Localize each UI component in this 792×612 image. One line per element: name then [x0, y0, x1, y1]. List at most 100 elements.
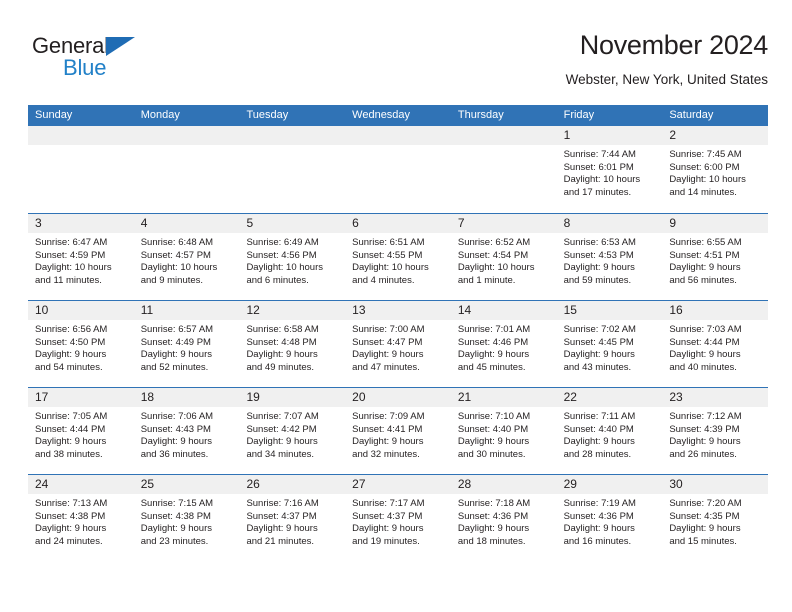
daylight-text-line2: and 26 minutes.: [669, 448, 737, 460]
day-cell[interactable]: 28 Sunrise: 7:18 AM Sunset: 4:36 PM Dayl…: [450, 475, 557, 561]
day-number: 18: [133, 388, 240, 407]
day-number: 11: [133, 301, 240, 320]
day-details: Sunrise: 7:00 AM Sunset: 4:47 PM Dayligh…: [345, 320, 451, 374]
day-cell[interactable]: 10 Sunrise: 6:56 AM Sunset: 4:50 PM Dayl…: [28, 301, 134, 387]
day-cell[interactable]: 1 Sunrise: 7:44 AM Sunset: 6:01 PM Dayli…: [556, 126, 663, 213]
daylight-text-line2: and 56 minutes.: [669, 274, 737, 286]
sunrise-text: Sunrise: 7:02 AM: [563, 324, 636, 335]
logo-text-blue: Blue: [63, 55, 107, 80]
day-cell[interactable]: 8 Sunrise: 6:53 AM Sunset: 4:53 PM Dayli…: [556, 214, 663, 300]
day-details: Sunrise: 7:13 AM Sunset: 4:38 PM Dayligh…: [28, 494, 134, 548]
day-details: Sunrise: 6:51 AM Sunset: 4:55 PM Dayligh…: [345, 233, 451, 287]
day-details: Sunrise: 6:56 AM Sunset: 4:50 PM Dayligh…: [28, 320, 134, 374]
daylight-text-line2: and 14 minutes.: [669, 186, 737, 198]
daylight-text-line2: and 6 minutes.: [246, 274, 309, 286]
sunrise-text: Sunrise: 6:58 AM: [246, 324, 319, 335]
day-cell[interactable]: 16 Sunrise: 7:03 AM Sunset: 4:44 PM Dayl…: [662, 301, 769, 387]
day-cell[interactable]: 29 Sunrise: 7:19 AM Sunset: 4:36 PM Dayl…: [556, 475, 663, 561]
day-cell[interactable]: 26 Sunrise: 7:16 AM Sunset: 4:37 PM Dayl…: [239, 475, 346, 561]
day-cell[interactable]: [450, 126, 557, 213]
day-cell[interactable]: [345, 126, 451, 213]
day-details: Sunrise: 7:20 AM Sunset: 4:35 PM Dayligh…: [662, 494, 768, 548]
sunset-text: Sunset: 4:44 PM: [35, 423, 106, 435]
day-cell[interactable]: 11 Sunrise: 6:57 AM Sunset: 4:49 PM Dayl…: [133, 301, 240, 387]
day-cell[interactable]: 30 Sunrise: 7:20 AM Sunset: 4:35 PM Dayl…: [662, 475, 769, 561]
sunset-text: Sunset: 4:44 PM: [669, 336, 740, 348]
sunrise-text: Sunrise: 7:03 AM: [669, 324, 742, 335]
daylight-text-line2: and 23 minutes.: [140, 535, 209, 547]
sunrise-text: Sunrise: 7:44 AM: [563, 149, 636, 160]
day-number: 23: [662, 388, 769, 407]
sunrise-text: Sunrise: 7:19 AM: [563, 498, 636, 509]
daylight-text-line1: Daylight: 9 hours: [140, 349, 213, 361]
weekday-header-thursday: Thursday: [457, 109, 504, 121]
day-cell[interactable]: 13 Sunrise: 7:00 AM Sunset: 4:47 PM Dayl…: [345, 301, 451, 387]
day-cell[interactable]: 23 Sunrise: 7:12 AM Sunset: 4:39 PM Dayl…: [662, 388, 769, 474]
day-cell[interactable]: 12 Sunrise: 6:58 AM Sunset: 4:48 PM Dayl…: [239, 301, 346, 387]
day-cell[interactable]: [133, 126, 240, 213]
day-details: Sunrise: 7:16 AM Sunset: 4:37 PM Dayligh…: [239, 494, 345, 548]
day-cell[interactable]: 4 Sunrise: 6:48 AM Sunset: 4:57 PM Dayli…: [133, 214, 240, 300]
day-cell[interactable]: 3 Sunrise: 6:47 AM Sunset: 4:59 PM Dayli…: [28, 214, 134, 300]
sunrise-text: Sunrise: 6:51 AM: [352, 237, 425, 248]
day-cell[interactable]: 17 Sunrise: 7:05 AM Sunset: 4:44 PM Dayl…: [28, 388, 134, 474]
day-number: [450, 126, 557, 145]
day-details: [134, 145, 240, 149]
day-details: Sunrise: 7:02 AM Sunset: 4:45 PM Dayligh…: [557, 320, 663, 374]
daylight-text-line1: Daylight: 10 hours: [35, 262, 112, 274]
daylight-text-line2: and 15 minutes.: [669, 535, 737, 547]
day-details: Sunrise: 7:03 AM Sunset: 4:44 PM Dayligh…: [662, 320, 768, 374]
generalblue-logo[interactable]: General Blue: [32, 34, 202, 86]
day-number: 24: [28, 475, 134, 494]
daylight-text-line1: Daylight: 9 hours: [669, 436, 741, 448]
day-number: 15: [556, 301, 663, 320]
daylight-text-line1: Daylight: 10 hours: [352, 262, 429, 274]
sunrise-text: Sunrise: 7:06 AM: [140, 411, 214, 422]
day-cell[interactable]: 19 Sunrise: 7:07 AM Sunset: 4:42 PM Dayl…: [239, 388, 346, 474]
day-cell[interactable]: 7 Sunrise: 6:52 AM Sunset: 4:54 PM Dayli…: [450, 214, 557, 300]
daylight-text-line2: and 17 minutes.: [563, 186, 632, 198]
day-details: Sunrise: 6:48 AM Sunset: 4:57 PM Dayligh…: [134, 233, 240, 287]
daylight-text-line1: Daylight: 9 hours: [352, 436, 424, 448]
day-details: Sunrise: 7:45 AM Sunset: 6:00 PM Dayligh…: [662, 145, 768, 199]
day-cell[interactable]: [28, 126, 134, 213]
day-cell[interactable]: 5 Sunrise: 6:49 AM Sunset: 4:56 PM Dayli…: [239, 214, 346, 300]
day-cell[interactable]: 25 Sunrise: 7:15 AM Sunset: 4:38 PM Dayl…: [133, 475, 240, 561]
daylight-text-line2: and 32 minutes.: [352, 448, 420, 460]
daylight-text-line1: Daylight: 9 hours: [140, 436, 213, 448]
sunset-text: Sunset: 4:57 PM: [140, 249, 211, 261]
day-cell[interactable]: 9 Sunrise: 6:55 AM Sunset: 4:51 PM Dayli…: [662, 214, 769, 300]
sunrise-text: Sunrise: 6:49 AM: [246, 237, 319, 248]
day-cell[interactable]: 14 Sunrise: 7:01 AM Sunset: 4:46 PM Dayl…: [450, 301, 557, 387]
day-cell[interactable]: 2 Sunrise: 7:45 AM Sunset: 6:00 PM Dayli…: [662, 126, 769, 213]
day-details: Sunrise: 7:10 AM Sunset: 4:40 PM Dayligh…: [451, 407, 557, 461]
day-cell[interactable]: [239, 126, 346, 213]
sunrise-text: Sunrise: 7:45 AM: [669, 149, 742, 160]
day-cell[interactable]: 15 Sunrise: 7:02 AM Sunset: 4:45 PM Dayl…: [556, 301, 663, 387]
day-cell[interactable]: 20 Sunrise: 7:09 AM Sunset: 4:41 PM Dayl…: [345, 388, 451, 474]
day-number: 26: [239, 475, 346, 494]
sunset-text: Sunset: 4:35 PM: [669, 510, 740, 522]
sunset-text: Sunset: 4:38 PM: [35, 510, 106, 522]
day-cell[interactable]: 6 Sunrise: 6:51 AM Sunset: 4:55 PM Dayli…: [345, 214, 451, 300]
day-cell[interactable]: 22 Sunrise: 7:11 AM Sunset: 4:40 PM Dayl…: [556, 388, 663, 474]
daylight-text-line2: and 45 minutes.: [457, 361, 526, 373]
day-details: Sunrise: 7:05 AM Sunset: 4:44 PM Dayligh…: [28, 407, 134, 461]
daylight-text-line2: and 21 minutes.: [246, 535, 315, 547]
day-cell[interactable]: 27 Sunrise: 7:17 AM Sunset: 4:37 PM Dayl…: [345, 475, 451, 561]
sunset-text: Sunset: 4:36 PM: [457, 510, 529, 522]
day-cell[interactable]: 24 Sunrise: 7:13 AM Sunset: 4:38 PM Dayl…: [28, 475, 134, 561]
sunset-text: Sunset: 4:50 PM: [35, 336, 106, 348]
calendar-grid: Sunday Monday Tuesday Wednesday Thursday…: [28, 105, 769, 561]
day-cell[interactable]: 21 Sunrise: 7:10 AM Sunset: 4:40 PM Dayl…: [450, 388, 557, 474]
day-details: Sunrise: 7:17 AM Sunset: 4:37 PM Dayligh…: [345, 494, 451, 548]
daylight-text-line2: and 59 minutes.: [563, 274, 632, 286]
day-number: 9: [662, 214, 769, 233]
sunset-text: Sunset: 6:00 PM: [669, 161, 740, 173]
sunrise-text: Sunrise: 7:00 AM: [352, 324, 425, 335]
daylight-text-line1: Daylight: 9 hours: [457, 436, 530, 448]
sunset-text: Sunset: 4:42 PM: [246, 423, 317, 435]
daylight-text-line1: Daylight: 9 hours: [35, 349, 107, 361]
day-cell[interactable]: 18 Sunrise: 7:06 AM Sunset: 4:43 PM Dayl…: [133, 388, 240, 474]
day-number: 12: [239, 301, 346, 320]
